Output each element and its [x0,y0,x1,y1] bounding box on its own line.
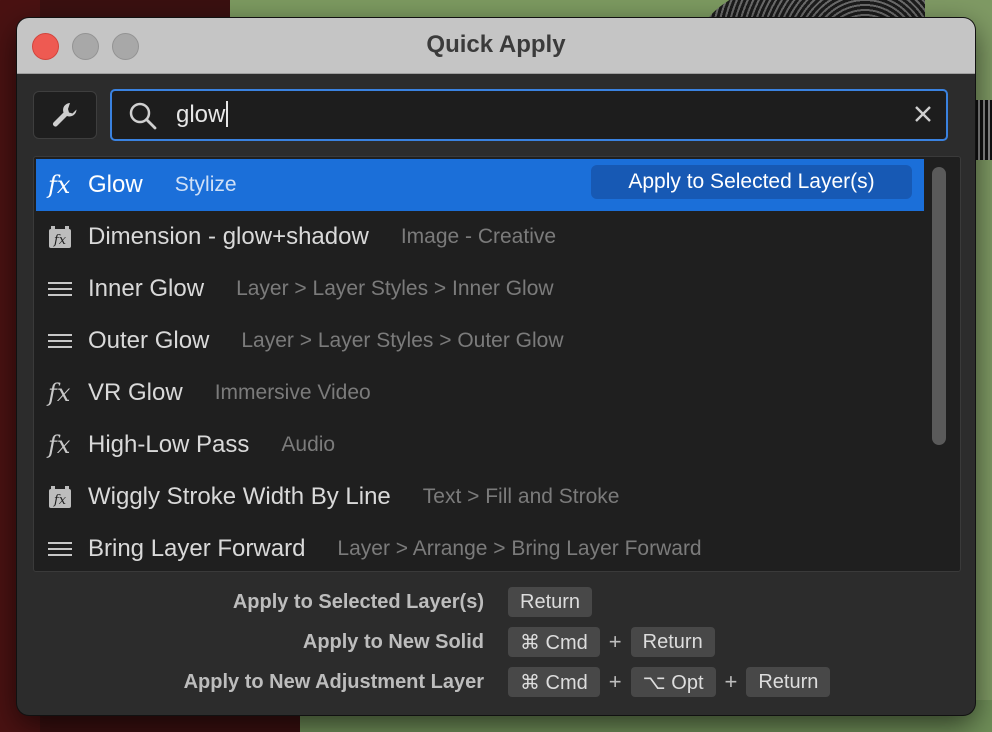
menu-lines-icon [48,334,72,348]
key-return: Return [746,667,831,697]
result-row[interactable]: fx Wiggly Stroke Width By Line Text > Fi… [36,471,924,523]
apply-to-selected-button[interactable]: Apply to Selected Layer(s) [591,165,912,199]
wrench-icon [52,103,77,127]
result-name: Glow [88,171,143,198]
fx-icon: fx [48,171,71,199]
menu-lines-icon [48,282,72,296]
key-cmd: ⌘ Cmd [508,627,600,657]
svg-text:fx: fx [53,493,67,508]
plus-sign: + [608,669,622,694]
result-row[interactable]: fx Dimension - glow+shadow Image - Creat… [36,211,924,263]
plus-sign: + [608,629,622,654]
quick-apply-window: Quick Apply glow fx Glow Stylize Apply t… [17,18,975,715]
result-name: Outer Glow [88,327,210,354]
preset-fx-icon: fx [49,226,71,248]
result-name: Wiggly Stroke Width By Line [88,483,391,510]
result-category: Image - Creative [400,225,557,248]
result-category: Text > Fill and Stroke [422,485,620,508]
result-row[interactable]: fx Glow Stylize Apply to Selected Layer(… [36,159,924,211]
result-category: Immersive Video [214,381,371,404]
result-name: Dimension - glow+shadow [88,223,369,250]
plus-sign: + [724,669,738,694]
result-name: High-Low Pass [88,431,250,458]
result-row[interactable]: Outer Glow Layer > Layer Styles > Outer … [36,315,924,367]
shortcut-label: Apply to New Adjustment Layer [183,670,484,693]
svg-text:fx: fx [53,233,67,248]
result-name: Bring Layer Forward [88,535,306,562]
preset-fx-icon: fx [49,486,71,508]
key-opt: ⌥ Opt [630,667,716,697]
shortcut-label: Apply to Selected Layer(s) [232,590,484,613]
result-category: Layer > Layer Styles > Inner Glow [236,277,554,300]
menu-lines-icon [48,542,72,556]
key-return: Return [508,587,593,617]
results-list[interactable]: fx Glow Stylize Apply to Selected Layer(… [33,156,961,572]
result-name: Inner Glow [88,275,205,302]
result-category: Layer > Arrange > Bring Layer Forward [337,537,702,560]
key-cmd: ⌘ Cmd [508,667,600,697]
clear-search-icon[interactable] [914,105,932,123]
result-row[interactable]: fx High-Low Pass Audio [36,419,924,471]
shortcut-keys: ⌘ Cmd + ⌥ Opt + Return [508,667,831,697]
result-row[interactable]: fx VR Glow Immersive Video [36,367,924,419]
settings-wrench-button[interactable] [33,91,97,139]
result-category: Stylize [174,173,237,196]
fx-icon: fx [48,431,71,459]
text-caret [226,100,229,127]
shortcut-label: Apply to New Solid [302,630,484,653]
result-name: VR Glow [88,379,183,406]
list-scrollbar[interactable] [932,167,946,445]
fx-icon: fx [48,379,71,407]
window-title: Quick Apply [426,31,566,58]
result-row[interactable]: Inner Glow Layer > Layer Styles > Inner … [36,263,924,315]
key-return: Return [630,627,715,657]
result-category: Layer > Layer Styles > Outer Glow [241,329,564,352]
result-row[interactable]: Bring Layer Forward Layer > Arrange > Br… [36,523,924,571]
search-input[interactable]: glow [176,100,229,129]
result-category: Audio [281,433,336,456]
search-icon [129,102,157,130]
search-field[interactable]: glow [110,89,948,141]
title-bar[interactable]: Quick Apply [17,18,975,74]
shortcut-keys: ⌘ Cmd + Return [508,627,715,657]
